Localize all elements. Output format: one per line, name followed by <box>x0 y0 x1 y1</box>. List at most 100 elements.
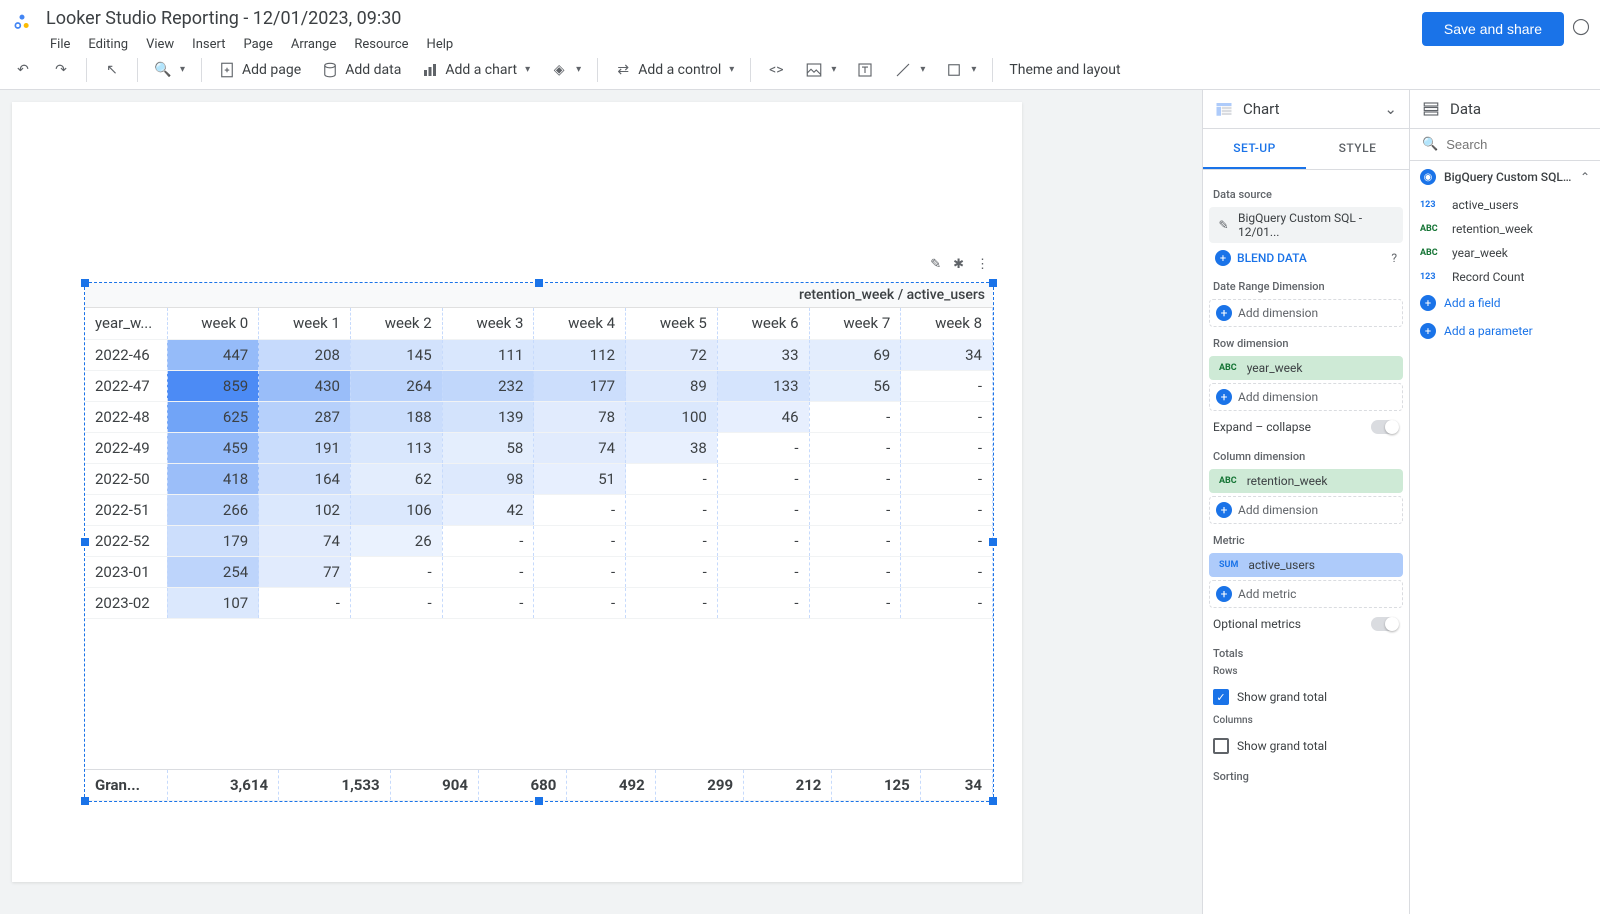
column-header[interactable]: week 5 <box>626 308 718 339</box>
type-badge-abc: ABC <box>1215 361 1241 375</box>
column-header[interactable]: week 6 <box>717 308 809 339</box>
expand-collapse-toggle[interactable]: Expand – collapse <box>1209 414 1403 440</box>
add-metric-button[interactable]: + Add metric <box>1209 580 1403 608</box>
data-field-active_users[interactable]: 123active_users <box>1410 193 1600 217</box>
cell-value: 418 <box>167 463 259 494</box>
cell-value: - <box>717 494 809 525</box>
row-dimension-chip[interactable]: ABC year_week <box>1209 356 1403 380</box>
cell-value: - <box>626 525 718 556</box>
pencil-icon[interactable]: ✎ <box>1215 216 1232 234</box>
column-header[interactable]: week 7 <box>809 308 901 339</box>
metric-chip[interactable]: SUM active_users <box>1209 553 1403 577</box>
select-tool-button[interactable]: ↖ <box>95 55 129 85</box>
menu-editing[interactable]: Editing <box>80 33 136 56</box>
add-field-button[interactable]: + Add a field <box>1410 289 1600 317</box>
selection-handle[interactable] <box>989 538 997 546</box>
toggle-switch[interactable] <box>1371 420 1399 434</box>
selection-handle[interactable] <box>81 279 89 287</box>
add-column-dimension-button[interactable]: + Add dimension <box>1209 496 1403 524</box>
cell-value: 113 <box>350 432 442 463</box>
add-chart-label: Add a chart <box>445 62 517 78</box>
selection-handle[interactable] <box>535 797 543 805</box>
data-panel-header: Data <box>1410 90 1600 129</box>
add-date-dimension-button[interactable]: + Add dimension <box>1209 299 1403 327</box>
cell-value: - <box>442 587 534 618</box>
cell-value: - <box>901 525 993 556</box>
more-options-icon[interactable] <box>1572 18 1590 36</box>
collapse-icon[interactable]: ⌃ <box>1580 170 1590 184</box>
document-title[interactable]: Looker Studio Reporting - 12/01/2023, 09… <box>42 6 1422 31</box>
data-field-retention_week[interactable]: ABCretention_week <box>1410 217 1600 241</box>
column-header[interactable]: week 0 <box>167 308 259 339</box>
embed-button[interactable]: <> <box>759 55 793 85</box>
more-icon[interactable]: ⋮ <box>976 257 989 272</box>
pivot-table-chart[interactable]: ✎ ✱ ⋮ retention_week / active_users year… <box>84 282 994 802</box>
data-source-chip[interactable]: ✎ BigQuery Custom SQL - 12/01... <box>1209 207 1403 243</box>
save-and-share-button[interactable]: Save and share <box>1422 12 1564 46</box>
cell-value: - <box>717 525 809 556</box>
show-grand-total-rows-checkbox[interactable]: ✓ Show grand total <box>1209 683 1403 711</box>
menu-resource[interactable]: Resource <box>346 33 416 56</box>
community-viz-button[interactable]: ◈▾ <box>542 55 589 85</box>
row-dimension-header[interactable]: year_w... <box>85 308 167 339</box>
zoom-button[interactable]: 🔍▾ <box>146 55 193 85</box>
add-page-button[interactable]: Add page <box>210 55 309 85</box>
cell-value: - <box>809 432 901 463</box>
image-button[interactable]: ▾ <box>797 55 844 85</box>
tab-style[interactable]: STYLE <box>1306 129 1409 169</box>
checkbox-unchecked-icon <box>1213 738 1229 754</box>
menu-view[interactable]: View <box>138 33 182 56</box>
edit-icon[interactable]: ✎ <box>930 257 941 272</box>
add-row-dimension-button[interactable]: + Add dimension <box>1209 383 1403 411</box>
search-input[interactable] <box>1446 137 1600 152</box>
selection-handle[interactable] <box>989 279 997 287</box>
column-header[interactable]: week 3 <box>442 308 534 339</box>
menu-help[interactable]: Help <box>419 33 462 56</box>
chart-panel-header[interactable]: Chart ⌄ <box>1203 90 1409 129</box>
looker-studio-logo-icon <box>10 11 34 35</box>
grand-total-value: 299 <box>655 769 743 800</box>
theme-layout-button[interactable]: Theme and layout <box>1001 56 1128 84</box>
metric-value: active_users <box>1248 558 1315 572</box>
selection-handle[interactable] <box>535 279 543 287</box>
row-dimension-value: year_week <box>1247 361 1303 375</box>
optional-metrics-toggle[interactable]: Optional metrics <box>1209 611 1403 637</box>
column-header[interactable]: week 8 <box>901 308 993 339</box>
redo-button[interactable]: ↷ <box>44 55 78 85</box>
menu-page[interactable]: Page <box>235 33 280 56</box>
undo-button[interactable]: ↶ <box>6 55 40 85</box>
chevron-down-icon[interactable]: ⌄ <box>1384 100 1397 118</box>
tab-setup[interactable]: SET-UP <box>1203 129 1306 169</box>
help-icon[interactable]: ? <box>1391 251 1397 265</box>
data-search[interactable]: 🔍 <box>1410 129 1600 161</box>
data-field-year_week[interactable]: ABCyear_week <box>1410 241 1600 265</box>
menu-file[interactable]: File <box>42 33 78 56</box>
add-chart-button[interactable]: Add a chart ▾ <box>413 55 538 85</box>
report-canvas[interactable]: ✎ ✱ ⋮ retention_week / active_users year… <box>0 90 1202 914</box>
filter-icon[interactable]: ✱ <box>953 257 964 272</box>
column-dimension-chip[interactable]: ABC retention_week <box>1209 469 1403 493</box>
add-parameter-button[interactable]: + Add a parameter <box>1410 317 1600 345</box>
text-button[interactable] <box>848 55 882 85</box>
selection-handle[interactable] <box>81 538 89 546</box>
column-header[interactable]: week 2 <box>350 308 442 339</box>
column-header[interactable]: week 1 <box>259 308 351 339</box>
column-header[interactable]: week 4 <box>534 308 626 339</box>
sorting-label: Sorting <box>1213 770 1399 783</box>
toggle-switch[interactable] <box>1371 617 1399 631</box>
line-button[interactable]: ▾ <box>886 55 933 85</box>
row-label: 2022-47 <box>85 370 167 401</box>
add-control-button[interactable]: ⇄ Add a control ▾ <box>606 55 742 85</box>
shape-button[interactable]: ▾ <box>937 55 984 85</box>
show-grand-total-columns-checkbox[interactable]: Show grand total <box>1209 732 1403 760</box>
menu-arrange[interactable]: Arrange <box>283 33 344 56</box>
cell-value: - <box>350 556 442 587</box>
add-data-button[interactable]: Add data <box>313 55 409 85</box>
selection-handle[interactable] <box>989 797 997 805</box>
menu-insert[interactable]: Insert <box>184 33 233 56</box>
selection-handle[interactable] <box>81 797 89 805</box>
data-field-record-count[interactable]: 123Record Count <box>1410 265 1600 289</box>
cell-value: 38 <box>626 432 718 463</box>
data-source-row[interactable]: ◉ BigQuery Custom SQL - 12/01/202... ⌃ <box>1410 161 1600 193</box>
blend-data-button[interactable]: + BLEND DATA ? <box>1209 246 1403 270</box>
